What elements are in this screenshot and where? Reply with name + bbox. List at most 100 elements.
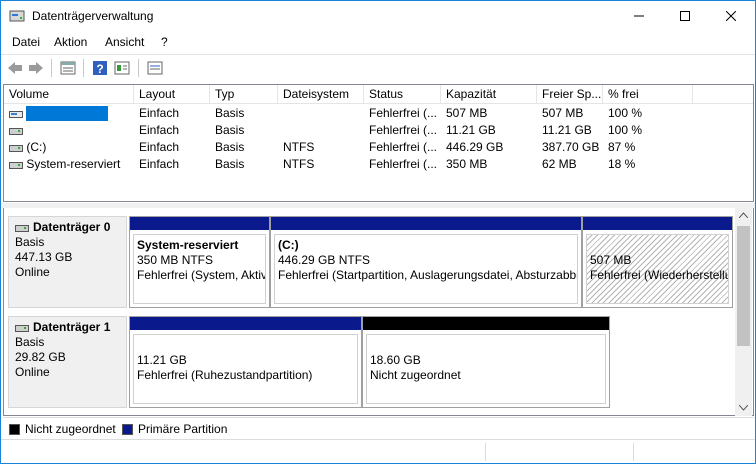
- close-button[interactable]: [708, 1, 754, 31]
- partition-recovery-selected[interactable]: 507 MB Fehlerfrei (Wiederherstellu: [582, 216, 733, 308]
- help-icon[interactable]: ?: [91, 59, 109, 77]
- disk-icon: [15, 324, 29, 332]
- column-header-prozent-frei[interactable]: % frei: [603, 85, 693, 104]
- maximize-button[interactable]: [662, 1, 708, 31]
- disk-0-title: Datenträger 0: [15, 220, 120, 235]
- volume-name-selected: [26, 106, 109, 122]
- kapazitaet-cell: 350 MB: [446, 157, 488, 171]
- column-header-status[interactable]: Status: [364, 85, 441, 104]
- volume-list-header: Volume Layout Typ Dateisystem Status Kap…: [4, 85, 753, 104]
- drive-icon: [9, 161, 23, 169]
- unallocated-bar: [363, 317, 609, 330]
- menu-ansicht[interactable]: Ansicht: [105, 35, 144, 49]
- typ-cell: Basis: [215, 106, 245, 120]
- dateisystem-cell: NTFS: [283, 140, 315, 154]
- volume-drive-icon: [9, 110, 23, 118]
- partition-title: [137, 338, 354, 353]
- partition-body: System-reserviert 350 MB NTFS Fehlerfrei…: [133, 234, 266, 304]
- partition-size: 350 MB NTFS: [137, 253, 214, 267]
- column-header-kapazitaet[interactable]: Kapazität: [441, 85, 537, 104]
- partition-status: Nicht zugeordnet: [370, 368, 461, 382]
- dateisystem-cell: NTFS: [283, 157, 315, 171]
- disk-1-size: 29.82 GB: [15, 350, 66, 364]
- forward-arrow-icon[interactable]: [27, 59, 45, 77]
- status-cell: Fehlerfrei (...: [369, 123, 438, 137]
- partition-status: Fehlerfrei (System, Aktiv: [137, 268, 266, 282]
- column-header-freier-speicher[interactable]: Freier Sp...: [537, 85, 603, 104]
- volume-list: Volume Layout Typ Dateisystem Status Kap…: [3, 84, 754, 202]
- legend-swatch: [122, 423, 133, 435]
- title-bar[interactable]: Datenträgerverwaltung: [1, 1, 755, 31]
- status-bar: [1, 439, 755, 463]
- partition-size: 18.60 GB: [370, 353, 421, 367]
- properties-icon[interactable]: [113, 59, 131, 77]
- kapazitaet-cell: 446.29 GB: [446, 140, 504, 154]
- scroll-up-icon[interactable]: [739, 212, 748, 218]
- table-row[interactable]: (C:) Einfach Basis NTFS Fehlerfrei (... …: [4, 139, 753, 156]
- partition-body: 11.21 GB Fehlerfrei (Ruhezustandpartitio…: [133, 334, 358, 404]
- partition-c[interactable]: (C:) 446.29 GB NTFS Fehlerfrei (Startpar…: [270, 216, 582, 308]
- legend-swatch: [9, 423, 20, 435]
- svg-text:?: ?: [96, 62, 103, 76]
- status-segment: [633, 443, 634, 461]
- freier-speicher-cell: 62 MB: [542, 157, 577, 171]
- volume-cell: [4, 105, 134, 122]
- menu-datei[interactable]: Datei: [12, 35, 40, 49]
- settings-list-icon[interactable]: [146, 59, 164, 77]
- disk-1-label[interactable]: Datenträger 1 Basis 29.82 GB Online: [8, 316, 127, 408]
- disk-management-icon: [9, 10, 25, 22]
- column-header-dateisystem[interactable]: Dateisystem: [278, 85, 364, 104]
- app-window: Datenträgerverwaltung Datei Aktion Ansic…: [0, 0, 756, 464]
- partition-title: [590, 238, 725, 253]
- typ-cell: Basis: [215, 140, 245, 154]
- disk-icon: [15, 224, 29, 232]
- legend-label: Primäre Partition: [138, 422, 228, 436]
- legend: Nicht zugeordnet Primäre Partition: [3, 417, 754, 439]
- layout-cell: Einfach: [139, 106, 180, 120]
- column-header-layout[interactable]: Layout: [134, 85, 210, 104]
- legend-item-unallocated: Nicht zugeordnet: [9, 422, 116, 436]
- disk-0-name: Datenträger 0: [33, 220, 111, 234]
- table-row[interactable]: System-reserviert Einfach Basis NTFS Feh…: [4, 156, 753, 173]
- menu-aktion[interactable]: Aktion: [54, 35, 87, 49]
- back-arrow-icon[interactable]: [6, 59, 24, 77]
- column-header-typ[interactable]: Typ: [210, 85, 278, 104]
- partition-system-reserviert[interactable]: System-reserviert 350 MB NTFS Fehlerfrei…: [129, 216, 270, 308]
- partition-status: Fehlerfrei (Startpartition, Auslagerungs…: [278, 268, 578, 282]
- layout-cell: Einfach: [139, 123, 180, 137]
- vertical-scrollbar[interactable]: [735, 208, 752, 416]
- prozent-frei-cell: 18 %: [608, 157, 636, 171]
- legend-item-primary: Primäre Partition: [122, 422, 227, 436]
- scrollbar-thumb[interactable]: [737, 226, 750, 346]
- dateisystem-cell: [278, 122, 364, 139]
- status-segment: [485, 443, 486, 461]
- typ-cell: Basis: [215, 157, 245, 171]
- disk-1-type: Basis: [15, 335, 45, 349]
- close-icon: [726, 11, 736, 21]
- partition-status: Fehlerfrei (Wiederherstellu: [590, 268, 729, 282]
- status-cell: Fehlerfrei (...: [369, 157, 438, 171]
- partition-size: 446.29 GB NTFS: [278, 253, 371, 267]
- table-row[interactable]: Einfach Basis Fehlerfrei (... 11.21 GB 1…: [4, 122, 753, 139]
- menu-help[interactable]: ?: [161, 35, 168, 49]
- volume-cell: System-reserviert: [4, 156, 134, 173]
- partition-size: 11.21 GB: [137, 353, 187, 367]
- volume-cell: [4, 122, 134, 139]
- partition-unallocated[interactable]: 18.60 GB Nicht zugeordnet: [362, 316, 610, 408]
- partition-hibernation[interactable]: 11.21 GB Fehlerfrei (Ruhezustandpartitio…: [129, 316, 362, 408]
- scroll-down-icon[interactable]: [739, 405, 748, 411]
- dateisystem-cell: [278, 105, 364, 122]
- menu-bar: Datei Aktion Ansicht ?: [1, 32, 755, 52]
- list-view-icon[interactable]: [59, 59, 77, 77]
- prozent-frei-cell: 100 %: [608, 123, 643, 137]
- minimize-button[interactable]: [616, 1, 662, 31]
- disk-graphical-view: Datenträger 0 Basis 447.13 GB Online Sys…: [3, 208, 754, 416]
- freier-speicher-cell: 387.70 GB: [542, 140, 600, 154]
- column-header-volume[interactable]: Volume: [4, 85, 134, 104]
- table-row[interactable]: Einfach Basis Fehlerfrei (... 507 MB 507…: [4, 105, 753, 122]
- disk-0-label[interactable]: Datenträger 0 Basis 447.13 GB Online: [8, 216, 127, 308]
- disk-1-title: Datenträger 1: [15, 320, 120, 335]
- prozent-frei-cell: 100 %: [608, 106, 643, 120]
- kapazitaet-cell: 11.21 GB: [446, 123, 496, 137]
- typ-cell: Basis: [215, 123, 245, 137]
